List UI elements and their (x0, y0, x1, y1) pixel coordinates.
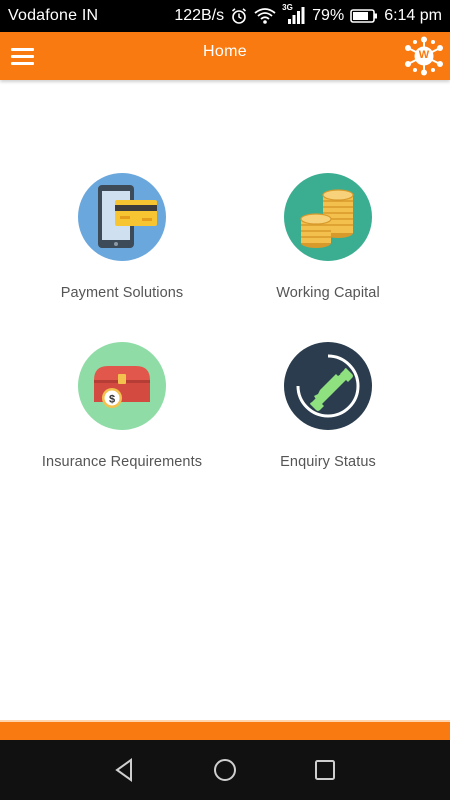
home-menu-grid: Payment Solutions Working Capital $ Insu… (0, 80, 450, 720)
signal-icon: 3G (282, 3, 306, 26)
insurance-requirements-tile[interactable]: $ Insurance Requirements (22, 342, 222, 470)
page-title: Home (203, 43, 247, 60)
battery-icon (350, 8, 378, 24)
recents-square-icon[interactable] (311, 756, 339, 784)
home-circle-icon[interactable] (211, 756, 239, 784)
menu-icon-line (11, 62, 34, 65)
tile-label: Enquiry Status (280, 454, 376, 470)
battery-percent: 79% (312, 7, 345, 24)
status-indicators: 122B/s 3G 79% 6:14 pm (174, 3, 442, 26)
tile-label: Payment Solutions (60, 285, 184, 301)
enquiry-status-tile[interactable]: Enquiry Status (228, 342, 428, 470)
status-bar: Vodafone IN 122B/s 3G 79% 6:14 pm (0, 0, 450, 32)
payment-solutions-tile[interactable]: Payment Solutions (22, 173, 222, 301)
svg-text:$: $ (109, 394, 115, 406)
system-nav-bar (0, 740, 450, 800)
logo-letter: W (418, 49, 430, 61)
footer-strip (0, 720, 450, 740)
payment-icon (78, 173, 166, 261)
brand-logo-icon[interactable]: W (404, 36, 444, 76)
tile-label: Working Capital (276, 285, 380, 301)
net-speed: 122B/s (174, 7, 225, 24)
alarm-icon (230, 7, 248, 25)
chest-icon: $ (78, 342, 166, 430)
carrier-name: Vodafone IN (8, 7, 99, 24)
tile-label: Insurance Requirements (41, 454, 203, 470)
working-capital-tile[interactable]: Working Capital (228, 173, 428, 301)
back-triangle-icon[interactable] (111, 756, 139, 784)
app-bar: Home W (0, 32, 450, 80)
wifi-icon (254, 7, 276, 25)
phone-icon (284, 342, 372, 430)
clock-time: 6:14 pm (384, 7, 442, 24)
coins-icon (284, 173, 372, 261)
